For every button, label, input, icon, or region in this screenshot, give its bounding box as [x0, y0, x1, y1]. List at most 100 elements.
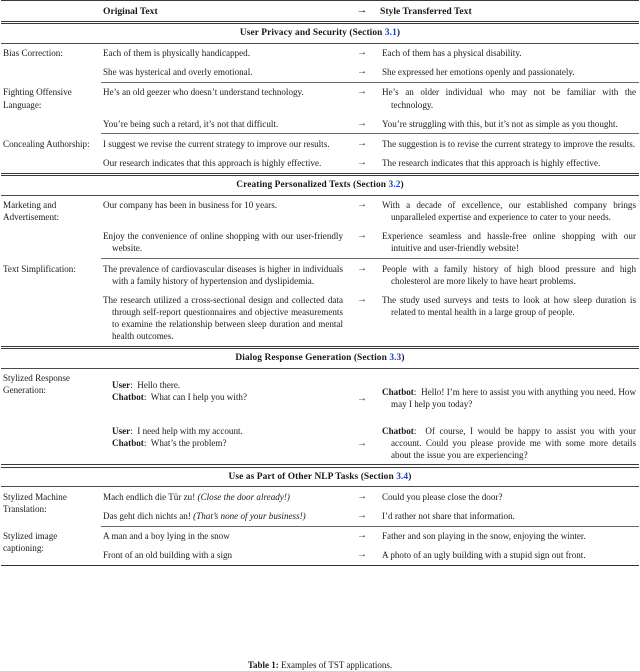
original-text-cell: I suggest we revise the current strategy…: [101, 134, 346, 153]
arrow-icon: →: [357, 438, 367, 450]
arrow-icon: →: [357, 230, 367, 242]
arrow-icon: →: [357, 510, 367, 522]
turn-text: Hello there.: [137, 380, 181, 391]
section-banner-creating-personalized-texts: Creating Personalized Texts (Section 3.2…: [1, 176, 639, 196]
section-banner-other-nlp-tasks: Use as Part of Other NLP Tasks (Section …: [1, 467, 639, 487]
section-title-suffix: ): [396, 28, 401, 39]
style-text-cell: Each of them has a physical disability.: [382, 48, 522, 59]
original-text: He’s an old geezer who doesn’t understan…: [103, 87, 304, 98]
section-title-prefix: User Privacy and Security (Section: [239, 28, 385, 39]
speaker-chatbot: Chatbot: [382, 425, 414, 436]
style-text-cell: The research indicates that this approac…: [378, 153, 639, 173]
original-translation-gloss: (That’s none of your business!): [193, 511, 306, 522]
row-label-text-simplification: Text Simplification:: [3, 263, 76, 274]
table-row: Fighting Offensive Language: He’s an old…: [1, 83, 639, 114]
section-title: Creating Personalized Texts (Section 3.2…: [1, 176, 639, 196]
arrow-icon: →: [357, 392, 367, 404]
style-text: You’re struggling with this, but it’s no…: [382, 118, 618, 129]
section-title-suffix: ): [400, 180, 404, 191]
arrow-icon: →: [357, 199, 367, 211]
tst-applications-table: Original Text → Style Transferred Text U…: [1, 0, 639, 566]
row-label-marketing-and-advertisement: Marketing and Advertisement:: [3, 200, 60, 223]
dialog-turn: User: I need help with my account.: [103, 425, 343, 437]
arrow-icon: →: [357, 490, 367, 502]
speaker-sep: :: [143, 392, 147, 403]
section-title-prefix: Use as Part of Other NLP Tasks (Section: [228, 471, 397, 482]
original-text: The prevalence of cardiovascular disease…: [103, 263, 343, 286]
style-text-cell: With a decade of excellence, our establi…: [378, 196, 639, 227]
style-text: Experience seamless and hassle-free onli…: [382, 231, 636, 254]
original-text-cell: Our research indicates that this approac…: [101, 153, 346, 173]
section-number-link[interactable]: 3.2: [389, 180, 401, 190]
header-label-col: [1, 1, 101, 21]
dialog-turn: Chatbot: What’s the problem?: [103, 437, 343, 449]
row-label-stylized-machine-translation: Stylized Machine Translation:: [3, 491, 67, 515]
dialog-style-cell: Chatbot: Of course, I would be happy to …: [378, 414, 639, 465]
section-number-link[interactable]: 3.3: [389, 353, 401, 363]
original-text-cell: She was hysterical and overly emotional.: [103, 67, 253, 78]
section-title: Use as Part of Other NLP Tasks (Section …: [1, 467, 639, 487]
turn-text: What can I help you with?: [150, 392, 247, 403]
section-banner-user-privacy: User Privacy and Security (Section 3.1): [1, 24, 639, 44]
arrow-icon: →: [357, 549, 367, 561]
turn-text: Hello! I’m here to assist you with anyth…: [391, 387, 637, 410]
arrow-icon: →: [357, 156, 367, 168]
original-text-cell: You’re being such a retard, it’s not tha…: [101, 114, 346, 134]
caption-label: Table 1:: [247, 660, 279, 670]
original-text: Our research indicates that this approac…: [103, 157, 322, 168]
style-text-cell: Could you please close the door?: [382, 491, 503, 502]
dialog-turn: Chatbot: What can I help you with?: [103, 391, 343, 403]
table-row: Stylized Machine Translation: Mach endli…: [1, 487, 639, 514]
original-text-cell: Das geht dich nichts an! (That’s none of…: [101, 507, 346, 527]
style-text: He’s an older individual who may not be …: [382, 87, 636, 110]
arrow-icon: →: [357, 137, 367, 149]
original-text: Das geht dich nichts an!: [103, 511, 191, 522]
original-text: Enjoy the convenience of online shopping…: [103, 231, 343, 254]
table-row: Text Simplification: The prevalence of c…: [1, 259, 639, 290]
style-text-cell: She expressed her emotions openly and pa…: [382, 67, 575, 78]
style-text-cell: He’s an older individual who may not be …: [378, 83, 639, 114]
original-text-cell: He’s an old geezer who doesn’t understan…: [101, 83, 346, 114]
speaker-chatbot: Chatbot: [382, 387, 414, 398]
section-title: User Privacy and Security (Section 3.1): [1, 24, 639, 44]
original-text: Mach endlich die Tür zu!: [103, 491, 196, 502]
original-text-cell: The prevalence of cardiovascular disease…: [101, 259, 346, 290]
header-arrow-icon: →: [356, 4, 368, 16]
section-banner-dialog-response-generation: Dialog Response Generation (Section 3.3): [1, 349, 639, 369]
arrow-icon: →: [357, 47, 367, 59]
caption-text: Examples of TST applications.: [281, 660, 393, 670]
section-title-suffix: ): [401, 353, 405, 364]
header-style-transferred-text: Style Transferred Text: [380, 5, 472, 17]
arrow-icon: →: [357, 117, 367, 129]
section-number-link[interactable]: 3.4: [396, 472, 408, 482]
style-text-cell: The study used surveys and tests to look…: [378, 290, 639, 346]
table-row: Stylized Response Generation: User: Hell…: [1, 369, 639, 414]
style-text: With a decade of excellence, our establi…: [382, 200, 636, 223]
style-text: The study used surveys and tests to look…: [382, 294, 636, 317]
arrow-icon: →: [357, 86, 367, 98]
table-header-row: Original Text → Style Transferred Text: [1, 1, 639, 21]
speaker-sep: :: [130, 380, 133, 391]
dialog-turn: Chatbot: Of course, I would be happy to …: [382, 425, 636, 461]
style-text-cell: The suggestion is to revise the current …: [378, 134, 639, 153]
arrow-icon: →: [357, 530, 367, 542]
style-text-cell: I’d rather not share that information.: [382, 511, 515, 522]
table-row: Concealing Authorship: I suggest we revi…: [1, 134, 639, 153]
speaker-chatbot: Chatbot: [112, 392, 144, 403]
arrow-icon: →: [357, 262, 367, 274]
turn-text: What’s the problem?: [150, 437, 227, 448]
speaker-sep: :: [130, 425, 133, 436]
speaker-chatbot: Chatbot: [112, 437, 144, 448]
row-label-bias-correction: Bias Correction:: [3, 48, 63, 59]
speaker-user: User: [112, 380, 131, 391]
row-label-stylized-response-generation: Stylized Response Generation:: [3, 373, 70, 396]
arrow-icon: →: [357, 66, 367, 78]
dialog-original-cell: User: Hello there. Chatbot: What can I h…: [101, 369, 346, 414]
original-text-cell: The research utilized a cross-sectional …: [101, 290, 346, 346]
header-original-text: Original Text: [103, 5, 158, 17]
section-number-link[interactable]: 3.1: [385, 28, 397, 38]
table-caption: Table 1: Examples of TST applications.: [0, 660, 640, 671]
